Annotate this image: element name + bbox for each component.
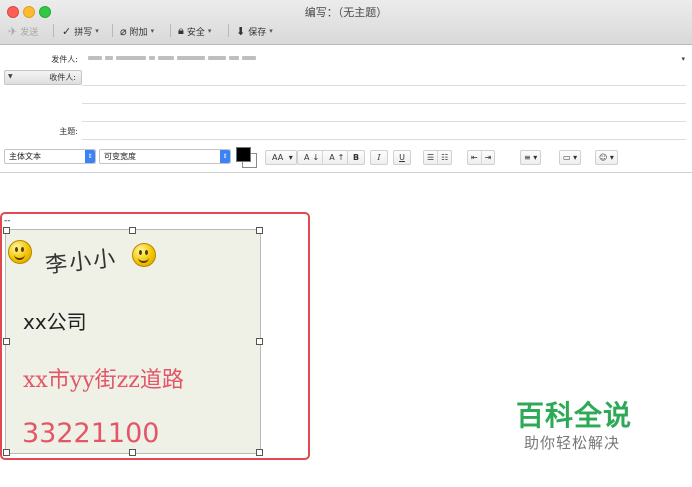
chevron-down-icon[interactable]: ▾ — [208, 27, 212, 35]
font-size-select[interactable]: 可变宽度 ⇕ — [99, 149, 231, 164]
font-size-adjust[interactable]: A ↓ A ↑ — [297, 150, 349, 165]
watermark-subtitle: 助你轻松解决 — [524, 434, 621, 452]
decrease-indent-icon[interactable]: ⇤ — [468, 151, 482, 164]
font-size-menu-label: AA ▾ — [272, 153, 293, 162]
security-button[interactable]: 🔒︎ 安全 ▾ — [178, 22, 211, 40]
indent-buttons: ⇤ ⇥ — [467, 150, 496, 165]
toolbar-divider — [228, 24, 229, 37]
send-button[interactable]: ✈ 发送 — [8, 22, 38, 40]
spelling-label: 拼写 — [74, 27, 93, 38]
smaller-font-button[interactable]: A ↓ — [298, 151, 324, 164]
field-divider — [82, 139, 686, 140]
to-row: ▼ 收件人: — [0, 68, 692, 86]
underline-button[interactable]: U — [393, 150, 411, 165]
chevron-down-icon[interactable]: ▾ — [269, 27, 273, 35]
highlight-outline — [0, 212, 310, 460]
chevron-down-icon[interactable]: ▾ — [681, 55, 685, 63]
spelling-button[interactable]: ✓ 拼写 ▾ — [62, 22, 99, 40]
emoji-menu[interactable]: ☺ ▾ — [595, 150, 618, 165]
attach-label: 附加 — [129, 27, 148, 38]
disclosure-triangle-icon: ▼ — [8, 73, 13, 80]
subject-label: 主题: — [59, 127, 78, 136]
chevron-updown-icon: ⇕ — [85, 150, 95, 163]
paperclip-icon: ⌀ — [120, 24, 127, 38]
chevron-down-icon[interactable]: ▾ — [95, 27, 99, 35]
font-family-select[interactable]: 主体文本 ⇕ — [4, 149, 96, 164]
subject-row: 主题: — [0, 122, 692, 140]
send-label: 发送 — [20, 27, 39, 38]
numbered-list-icon[interactable]: ☷ — [438, 151, 451, 164]
toolbar-divider — [112, 24, 113, 37]
font-size-menu[interactable]: AA ▾ — [265, 150, 297, 165]
chevron-updown-icon: ⇕ — [220, 150, 230, 163]
document-icon: ▭ ▾ — [563, 153, 578, 162]
subject-field[interactable] — [88, 125, 678, 137]
address-fields-toggle[interactable]: ▼ 收件人: — [4, 70, 82, 85]
from-account-select[interactable] — [88, 53, 298, 63]
smiley-icon: ☺ ▾ — [599, 153, 614, 162]
text-color-swatch[interactable] — [236, 147, 251, 162]
toolbar: ✈ 发送 ✓ 拼写 ▾ ⌀ 附加 ▾ 🔒︎ 安全 ▾ ⬇ 保存 ▾ — [0, 22, 692, 40]
bulleted-list-icon[interactable]: ☰ — [424, 151, 439, 164]
chevron-down-icon[interactable]: ▾ — [151, 27, 155, 35]
from-label: 发件人: — [51, 55, 78, 64]
compose-window: 编写：（无主题） ✈ 发送 ✓ 拼写 ▾ ⌀ 附加 ▾ 🔒︎ 安全 ▾ ⬇ 保存… — [0, 0, 692, 487]
save-label: 保存 — [248, 27, 267, 38]
to-field[interactable] — [88, 71, 678, 83]
checkmark-icon: ✓ — [62, 24, 72, 38]
list-buttons: ☰ ☷ — [423, 150, 453, 165]
alignment-menu[interactable]: ≡ ▾ — [520, 150, 542, 165]
arrow-down-icon: ⬇ — [236, 24, 246, 38]
paper-plane-icon: ✈ — [8, 24, 18, 38]
window-title: 编写：（无主题） — [304, 6, 388, 19]
security-label: 安全 — [186, 27, 205, 38]
toolbar-divider — [53, 24, 54, 37]
watermark-title: 百科全说 — [516, 399, 633, 432]
insert-menu[interactable]: ▭ ▾ — [559, 150, 582, 165]
format-bar: 主体文本 ⇕ 可变宽度 ⇕ AA ▾ A ↓ A ↑ B I U ☰ ☷ ⇤ ⇥ ≡… — [0, 146, 692, 170]
attach-button[interactable]: ⌀ 附加 ▾ — [120, 22, 154, 40]
title-bar: 编写：（无主题） ✈ 发送 ✓ 拼写 ▾ ⌀ 附加 ▾ 🔒︎ 安全 ▾ ⬇ 保存… — [0, 0, 692, 45]
bold-button[interactable]: B — [347, 150, 365, 165]
from-row: 发件人: ▾ — [0, 50, 692, 68]
align-text-icon: ≡ ▾ — [524, 153, 538, 162]
bcc-row[interactable] — [0, 104, 692, 122]
italic-button[interactable]: I — [370, 150, 388, 165]
toolbar-divider — [170, 24, 171, 37]
save-button[interactable]: ⬇ 保存 ▾ — [236, 22, 273, 40]
lock-icon: 🔒︎ — [178, 24, 184, 37]
increase-indent-icon[interactable]: ⇥ — [482, 151, 495, 164]
larger-font-button[interactable]: A ↑ — [323, 151, 347, 164]
to-label: 收件人: — [49, 73, 76, 82]
cc-row[interactable] — [0, 86, 692, 104]
